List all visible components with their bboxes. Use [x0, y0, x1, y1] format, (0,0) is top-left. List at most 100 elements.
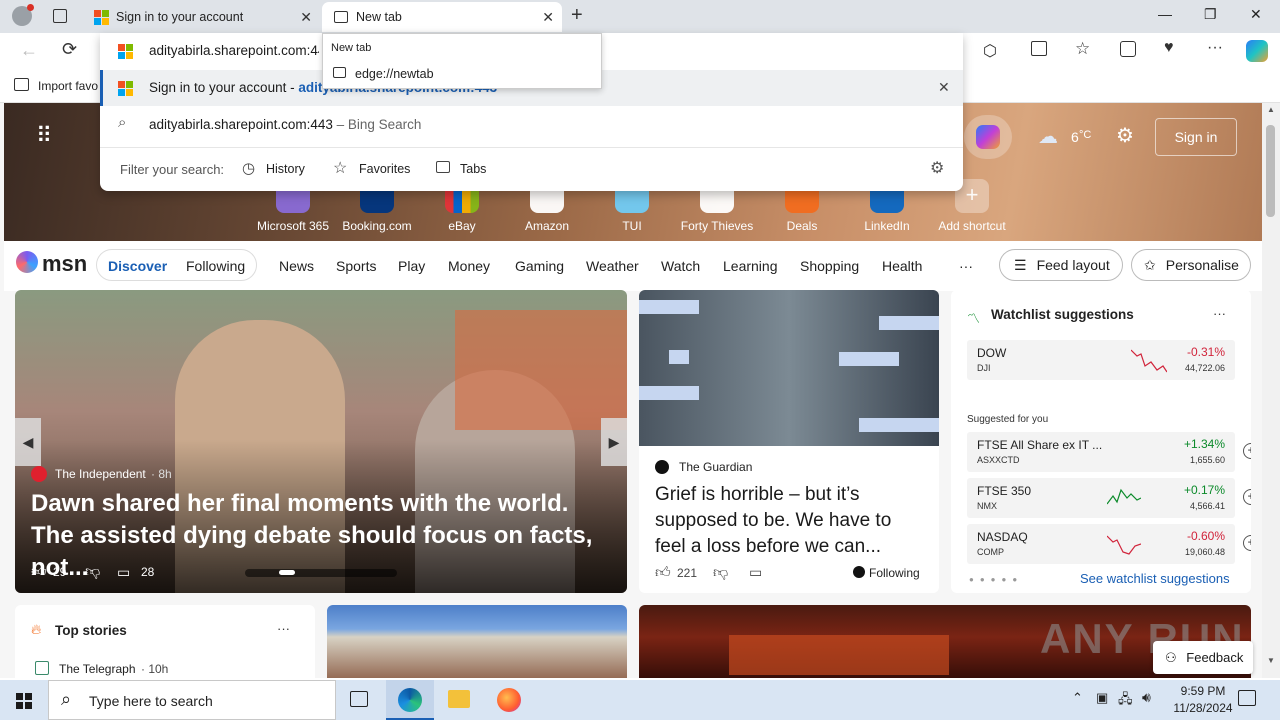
- import-favorites-link[interactable]: Import favo: [38, 79, 98, 93]
- tray-app-icon[interactable]: ▣: [1096, 690, 1108, 706]
- stock-sub: DJI: [977, 363, 991, 373]
- hide-icon[interactable]: ▭: [749, 564, 762, 581]
- nav-weather[interactable]: Weather: [586, 258, 639, 274]
- task-view-icon[interactable]: [350, 691, 368, 707]
- nav-watch[interactable]: Watch: [661, 258, 700, 274]
- tab-new-tab[interactable]: New tab ✕: [322, 2, 562, 32]
- tab-actions-icon[interactable]: [53, 9, 67, 23]
- carousel-dots[interactable]: [245, 569, 397, 577]
- settings-icon[interactable]: ⚙: [1116, 123, 1134, 148]
- taskbar-edge[interactable]: [386, 680, 434, 720]
- minimize-button[interactable]: —: [1158, 6, 1172, 22]
- article-likes: 221: [677, 566, 698, 580]
- shortcut-label: Microsoft 365: [256, 219, 330, 233]
- extensions-icon[interactable]: ⬡: [983, 41, 997, 61]
- filter-history[interactable]: History: [266, 162, 305, 176]
- filter-settings-icon[interactable]: ⚙: [930, 158, 944, 178]
- nav-health[interactable]: Health: [882, 258, 922, 274]
- apps-launcher-icon[interactable]: ⠿: [36, 123, 53, 149]
- profile-icon[interactable]: [12, 4, 34, 26]
- msn-nav-bar: msn Discover Following News Sports Play …: [4, 241, 1262, 291]
- tab-title: Sign in to your account: [116, 10, 244, 24]
- feedback-button[interactable]: ⚇ Feedback: [1153, 641, 1253, 674]
- nav-sports[interactable]: Sports: [336, 258, 376, 274]
- carousel-next-button[interactable]: ▶: [601, 418, 627, 466]
- feed-layout-button[interactable]: ☰ Feed layout: [999, 249, 1123, 281]
- copilot-icon[interactable]: [1246, 40, 1268, 62]
- dislike-icon[interactable]: 👎︎: [713, 564, 728, 582]
- story-source[interactable]: The Telegraph: [59, 662, 136, 676]
- watch-row-ftse-all-share[interactable]: FTSE All Share ex IT ... ASXXCTD +1.34% …: [967, 432, 1251, 472]
- split-screen-icon[interactable]: [1031, 41, 1047, 56]
- carousel-prev-button[interactable]: ◀: [15, 418, 41, 466]
- network-icon[interactable]: 🖧︎: [1118, 690, 1133, 712]
- scrollbar[interactable]: ▲ ▼: [1262, 103, 1280, 678]
- add-to-watchlist-icon[interactable]: +: [1243, 443, 1251, 459]
- hero-source[interactable]: The Independent: [55, 467, 146, 481]
- back-icon[interactable]: ←: [20, 40, 38, 61]
- weather-temp[interactable]: 6: [1071, 129, 1079, 145]
- nav-gaming[interactable]: Gaming: [515, 258, 564, 274]
- performance-icon[interactable]: ♥: [1164, 39, 1174, 57]
- dislike-icon[interactable]: 👎︎: [85, 563, 100, 581]
- taskbar-search[interactable]: ⌕ Type here to search: [48, 680, 336, 720]
- stock-price: 44,722.06: [1184, 363, 1225, 373]
- like-icon[interactable]: 👍︎: [31, 563, 47, 581]
- tab-sign-in[interactable]: Sign in to your account ✕: [86, 2, 320, 32]
- close-window-button[interactable]: ✕: [1250, 6, 1262, 23]
- article-headline[interactable]: Grief is horrible – but it’s supposed to…: [655, 482, 925, 560]
- watchlist-pager-dots[interactable]: ●●●●●: [969, 575, 1023, 584]
- add-to-watchlist-icon[interactable]: +: [1243, 535, 1251, 551]
- close-tab-icon[interactable]: ✕: [300, 9, 312, 26]
- nav-shopping[interactable]: Shopping: [800, 258, 859, 274]
- hero-card[interactable]: ◀ ▶ The Independent · 8h Dawn shared her…: [15, 290, 627, 593]
- start-button[interactable]: [0, 680, 48, 720]
- nav-money[interactable]: Money: [448, 258, 490, 274]
- clock-date[interactable]: 11/28/2024: [1167, 701, 1239, 715]
- refresh-icon[interactable]: ⟳: [62, 39, 77, 60]
- nav-play[interactable]: Play: [398, 258, 425, 274]
- see-watchlist-link[interactable]: See watchlist suggestions: [1080, 571, 1230, 586]
- following-label[interactable]: Following: [869, 566, 920, 580]
- firefox-icon[interactable]: [497, 688, 521, 712]
- remove-suggestion-icon[interactable]: ✕: [938, 79, 950, 96]
- filter-favorites[interactable]: Favorites: [359, 162, 410, 176]
- article-source[interactable]: The Guardian: [679, 460, 752, 474]
- new-tab-button[interactable]: +: [571, 4, 583, 27]
- collections-icon[interactable]: [1120, 41, 1136, 57]
- close-tab-icon[interactable]: ✕: [542, 9, 554, 26]
- copilot-button[interactable]: [964, 115, 1012, 159]
- file-explorer-icon[interactable]: [448, 690, 470, 708]
- tab-discover[interactable]: Discover: [108, 258, 167, 274]
- watch-row-nasdaq[interactable]: NASDAQ COMP -0.60% 19,060.48 +: [967, 524, 1251, 564]
- nav-news[interactable]: News: [279, 258, 314, 274]
- msn-logo-text[interactable]: msn: [42, 251, 87, 277]
- sign-in-button[interactable]: Sign in: [1155, 118, 1237, 156]
- nav-more-icon[interactable]: ···: [959, 258, 973, 274]
- weather-unit: °C: [1079, 129, 1092, 141]
- filter-tabs[interactable]: Tabs: [460, 162, 486, 176]
- watch-row-ftse-350[interactable]: FTSE 350 NMX +0.17% 4,566.41 +: [967, 478, 1251, 518]
- scrollbar-thumb[interactable]: [1266, 125, 1275, 217]
- nav-learning[interactable]: Learning: [723, 258, 778, 274]
- suggestion-bing-search[interactable]: ⌕ adityabirla.sharepoint.com:443 – Bing …: [100, 106, 963, 142]
- article-card-guardian[interactable]: The Guardian Grief is horrible – but it’…: [639, 290, 939, 593]
- msn-logo-icon[interactable]: [16, 251, 38, 273]
- volume-icon[interactable]: 🔊︎: [1142, 689, 1151, 706]
- maximize-button[interactable]: ❐: [1204, 6, 1217, 23]
- notifications-icon[interactable]: [1238, 690, 1256, 706]
- watch-row-dow[interactable]: DOW DJI -0.31% 44,722.06: [967, 340, 1235, 380]
- top-stories-more-icon[interactable]: ···: [277, 621, 290, 636]
- tab-following[interactable]: Following: [186, 258, 245, 274]
- tray-chevron-icon[interactable]: ⌃: [1072, 690, 1083, 706]
- article-card-building[interactable]: [327, 605, 627, 678]
- stock-pct: -0.60%: [1186, 529, 1225, 543]
- favorites-icon[interactable]: ☆: [1075, 39, 1090, 59]
- like-icon[interactable]: 👍︎: [655, 564, 671, 582]
- watchlist-more-icon[interactable]: ···: [1213, 306, 1226, 321]
- more-menu-icon[interactable]: ···: [1207, 39, 1223, 57]
- clock-time[interactable]: 9:59 PM: [1173, 684, 1233, 698]
- personalise-button[interactable]: ✩ Personalise: [1131, 249, 1251, 281]
- comment-icon[interactable]: ▭: [117, 564, 130, 581]
- add-to-watchlist-icon[interactable]: +: [1243, 489, 1251, 505]
